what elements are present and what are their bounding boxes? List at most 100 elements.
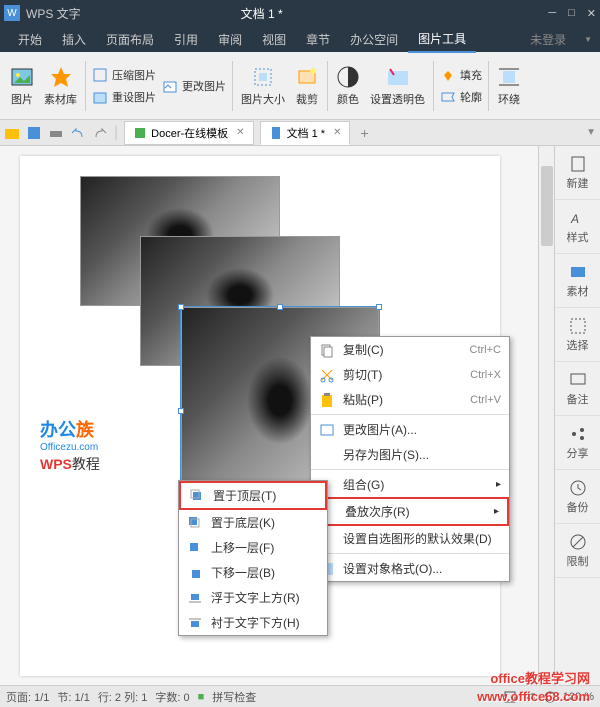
ctx-default-effect[interactable]: 设置自选图形的默认效果(D) — [311, 526, 509, 551]
undo-icon[interactable] — [70, 125, 86, 141]
side-share[interactable]: 分享 — [555, 416, 600, 470]
menu-insert[interactable]: 插入 — [52, 27, 96, 52]
side-material[interactable]: 素材 — [555, 254, 600, 308]
menu-review[interactable]: 审阅 — [208, 27, 252, 52]
status-section: 节: 1/1 — [57, 689, 89, 705]
ribbon-change[interactable]: 更改图片 — [160, 76, 228, 96]
app-icon: W — [4, 5, 20, 21]
order-submenu: 置于顶层(T) 置于底层(K) 上移一层(F) 下移一层(B) 浮于文字上方(R… — [178, 480, 328, 636]
ribbon-wrap[interactable]: 环绕 — [493, 63, 525, 109]
wrap-icon — [497, 65, 521, 89]
sub-below-text[interactable]: 衬于文字下方(H) — [179, 610, 327, 635]
copy-icon — [319, 342, 335, 358]
side-panel: 新建 A 样式 素材 选择 备注 分享 备份 限制 — [554, 146, 600, 685]
menu-dropdown-icon[interactable]: ▼ — [584, 35, 592, 44]
sub-forward[interactable]: 上移一层(F) — [179, 535, 327, 560]
ctx-change-picture[interactable]: 更改图片(A)... — [311, 417, 509, 442]
backward-icon — [187, 565, 203, 581]
submenu-arrow-icon: ▸ — [494, 506, 499, 517]
sub-bring-front[interactable]: 置于顶层(T) — [179, 481, 327, 510]
footer-watermark-2: www.office68.com — [477, 689, 590, 704]
side-limit[interactable]: 限制 — [555, 524, 600, 578]
ctx-order[interactable]: 叠放次序(R) ▸ — [311, 497, 509, 526]
side-style[interactable]: A 样式 — [555, 200, 600, 254]
status-spell[interactable]: 拼写检查 — [212, 689, 256, 705]
color-icon — [336, 65, 360, 89]
ctx-paste[interactable]: 粘贴(P) Ctrl+V — [311, 387, 509, 412]
menu-view[interactable]: 视图 — [252, 27, 296, 52]
doc-icon — [269, 126, 283, 140]
open-icon[interactable] — [4, 125, 20, 141]
ctx-copy[interactable]: 复制(C) Ctrl+C — [311, 337, 509, 362]
outline-icon — [440, 89, 456, 105]
print-icon[interactable] — [48, 125, 64, 141]
status-chars[interactable]: 字数: 0 — [155, 689, 189, 705]
add-tab-button[interactable]: + — [360, 125, 368, 141]
ribbon-compress[interactable]: 压缩图片 — [90, 65, 158, 85]
ribbon-transparent[interactable]: 设置透明色 — [366, 63, 429, 109]
document-title: 文档 1 * — [241, 5, 283, 22]
ribbon: 图片 素材库 压缩图片 重设图片 更改图片 图片大小 裁剪 颜色 设置 — [0, 52, 600, 120]
status-page[interactable]: 页面: 1/1 — [6, 689, 49, 705]
sub-send-back[interactable]: 置于底层(K) — [179, 510, 327, 535]
compress-icon — [92, 67, 108, 83]
side-new[interactable]: 新建 — [555, 146, 600, 200]
side-select[interactable]: 选择 — [555, 308, 600, 362]
status-rowcol: 行: 2 列: 1 — [98, 689, 148, 705]
menu-picture-tools[interactable]: 图片工具 — [408, 26, 476, 53]
submenu-arrow-icon: ▸ — [496, 479, 501, 490]
limit-icon — [569, 533, 587, 551]
menu-start[interactable]: 开始 — [8, 27, 52, 52]
ribbon-fill[interactable]: 填充 — [438, 65, 484, 85]
comment-icon — [569, 371, 587, 389]
ribbon-reset[interactable]: 重设图片 — [90, 87, 158, 107]
side-backup[interactable]: 备份 — [555, 470, 600, 524]
menu-chapter[interactable]: 章节 — [296, 27, 340, 52]
redo-icon[interactable] — [92, 125, 108, 141]
new-icon — [569, 155, 587, 173]
sub-backward[interactable]: 下移一层(B) — [179, 560, 327, 585]
tab-close-icon[interactable]: ✕ — [236, 127, 244, 138]
login-status[interactable]: 未登录 — [520, 27, 576, 52]
footer-watermark-1: office教程学习网 — [490, 668, 590, 687]
side-comment[interactable]: 备注 — [555, 362, 600, 416]
docer-icon — [133, 126, 147, 140]
menu-layout[interactable]: 页面布局 — [96, 27, 164, 52]
titlebar: W WPS 文字 文档 1 * ─ □ ✕ — [0, 0, 600, 26]
ribbon-picture[interactable]: 图片 — [6, 63, 38, 109]
menu-reference[interactable]: 引用 — [164, 27, 208, 52]
vertical-scrollbar[interactable] — [538, 146, 554, 685]
ribbon-crop[interactable]: 裁剪 — [291, 63, 323, 109]
ribbon-outline[interactable]: 轮廓 — [438, 87, 484, 107]
sub-above-text[interactable]: 浮于文字上方(R) — [179, 585, 327, 610]
select-icon — [569, 317, 587, 335]
below-text-icon — [187, 615, 203, 631]
reset-icon — [92, 89, 108, 105]
cut-icon — [319, 367, 335, 383]
send-back-icon — [187, 515, 203, 531]
scroll-thumb[interactable] — [541, 166, 553, 246]
tab-doc1[interactable]: 文档 1 * ✕ — [260, 121, 351, 145]
forward-icon — [187, 540, 203, 556]
menu-office[interactable]: 办公空间 — [340, 27, 408, 52]
ctx-group[interactable]: 组合(G) ▸ — [311, 472, 509, 497]
tab-docer[interactable]: Docer-在线模板 ✕ — [124, 121, 253, 145]
material-icon — [49, 65, 73, 89]
minimize-button[interactable]: ─ — [548, 7, 556, 20]
ribbon-size[interactable]: 图片大小 — [237, 63, 289, 109]
app-name: WPS 文字 — [26, 5, 81, 22]
material-side-icon — [569, 263, 587, 281]
ribbon-material[interactable]: 素材库 — [40, 63, 81, 109]
fill-icon — [440, 67, 456, 83]
ribbon-color[interactable]: 颜色 — [332, 63, 364, 109]
tab-close-icon[interactable]: ✕ — [333, 127, 341, 138]
ctx-cut[interactable]: 剪切(T) Ctrl+X — [311, 362, 509, 387]
save-icon[interactable] — [26, 125, 42, 141]
close-button[interactable]: ✕ — [587, 7, 596, 20]
picture-icon — [10, 65, 34, 89]
backup-icon — [569, 479, 587, 497]
tab-list-icon[interactable]: ▼ — [586, 127, 596, 138]
ctx-format[interactable]: 设置对象格式(O)... — [311, 556, 509, 581]
maximize-button[interactable]: □ — [568, 7, 575, 20]
ctx-save-as-picture[interactable]: 另存为图片(S)... — [311, 442, 509, 467]
